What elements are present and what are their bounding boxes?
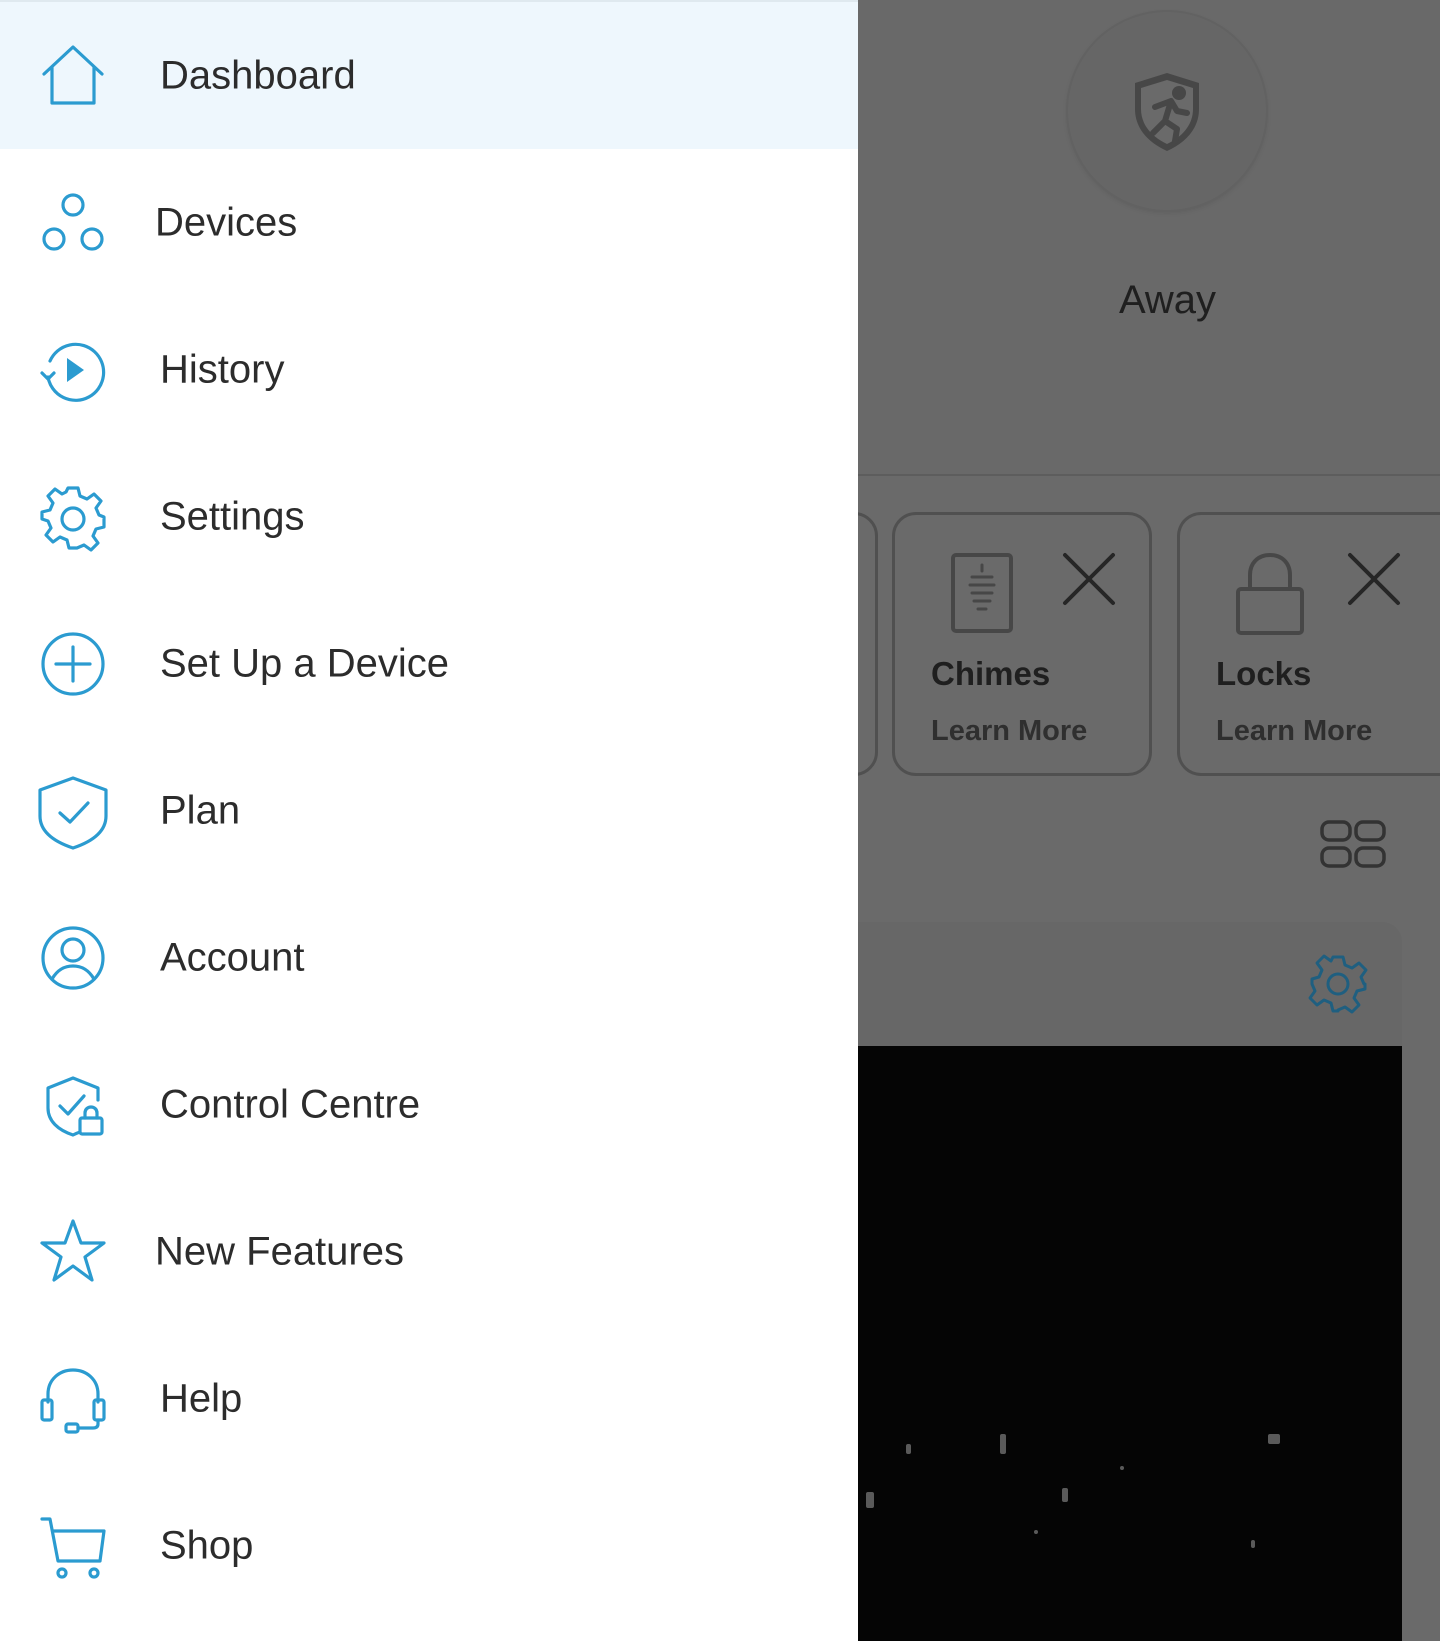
headset-icon	[36, 1362, 110, 1436]
suggestion-card-chimes[interactable]: Chimes Learn More	[892, 512, 1152, 776]
card-title: Locks	[1216, 655, 1312, 692]
camera-card-header	[858, 922, 1402, 1046]
card-title: Chimes	[931, 655, 1051, 692]
plus-circle-icon	[36, 627, 110, 701]
close-icon[interactable]	[1344, 549, 1404, 609]
nav-item-label: Dashboard	[160, 53, 356, 97]
nav-item-label: Account	[160, 935, 305, 979]
shield-running-person-icon	[1135, 73, 1199, 151]
nav-item-label: Settings	[160, 494, 305, 538]
nav-item-label: Control Centre	[160, 1082, 421, 1126]
nav-item-label: New Features	[155, 1229, 404, 1273]
nav-item-dashboard[interactable]: Dashboard	[0, 2, 858, 149]
nav-item-label: Help	[160, 1376, 243, 1420]
security-mode-section: Away	[858, 0, 1440, 476]
nav-item-settings[interactable]: Settings	[0, 443, 858, 590]
nav-item-set-up-device[interactable]: Set Up a Device	[0, 590, 858, 737]
shield-lock-icon	[36, 1068, 110, 1142]
devices-icon	[36, 186, 110, 260]
shield-check-icon	[36, 774, 110, 850]
close-icon[interactable]	[1059, 549, 1119, 609]
nav-item-shop[interactable]: Shop	[0, 1472, 858, 1619]
nav-item-label: Devices	[155, 200, 298, 244]
learn-more-link[interactable]: Learn More	[931, 715, 1087, 748]
gear-icon	[36, 480, 110, 554]
nav-item-devices[interactable]: Devices	[0, 149, 858, 296]
nav-item-plan[interactable]: Plan	[0, 737, 858, 884]
nav-item-new-features[interactable]: New Features	[0, 1178, 858, 1325]
nav-item-help[interactable]: Help	[0, 1325, 858, 1472]
chime-icon	[951, 553, 1013, 633]
cart-icon	[36, 1509, 110, 1583]
gear-icon[interactable]	[1306, 952, 1370, 1016]
star-icon	[36, 1215, 110, 1289]
nav-item-account[interactable]: Account	[0, 884, 858, 1031]
home-icon	[36, 39, 110, 113]
nav-item-history[interactable]: History	[0, 296, 858, 443]
learn-more-link[interactable]: Learn More	[1216, 715, 1372, 748]
nav-item-label: Plan	[160, 788, 241, 832]
mode-label: Away	[1118, 278, 1217, 322]
camera-live-view[interactable]	[858, 1046, 1402, 1641]
suggestion-card-locks[interactable]: Locks Learn More	[1177, 512, 1440, 776]
suggestion-card-partial[interactable]	[858, 512, 878, 776]
nav-item-control-centre[interactable]: Control Centre	[0, 1031, 858, 1178]
away-mode-button[interactable]	[1068, 12, 1266, 210]
user-circle-icon	[36, 921, 110, 995]
lock-icon	[1236, 552, 1304, 635]
navigation-drawer: Dashboard Devices History Settings Set U…	[0, 0, 858, 1641]
dimmed-dashboard-overlay[interactable]: Away Chimes Learn More Locks Learn More	[858, 0, 1440, 1641]
grid-view-icon[interactable]	[1318, 818, 1388, 870]
nav-item-label: Set Up a Device	[160, 641, 450, 685]
history-icon	[36, 333, 110, 407]
device-suggestion-cards: Chimes Learn More Locks Learn More	[858, 512, 1440, 776]
nav-item-label: History	[160, 347, 285, 391]
nav-item-label: Shop	[160, 1523, 254, 1567]
